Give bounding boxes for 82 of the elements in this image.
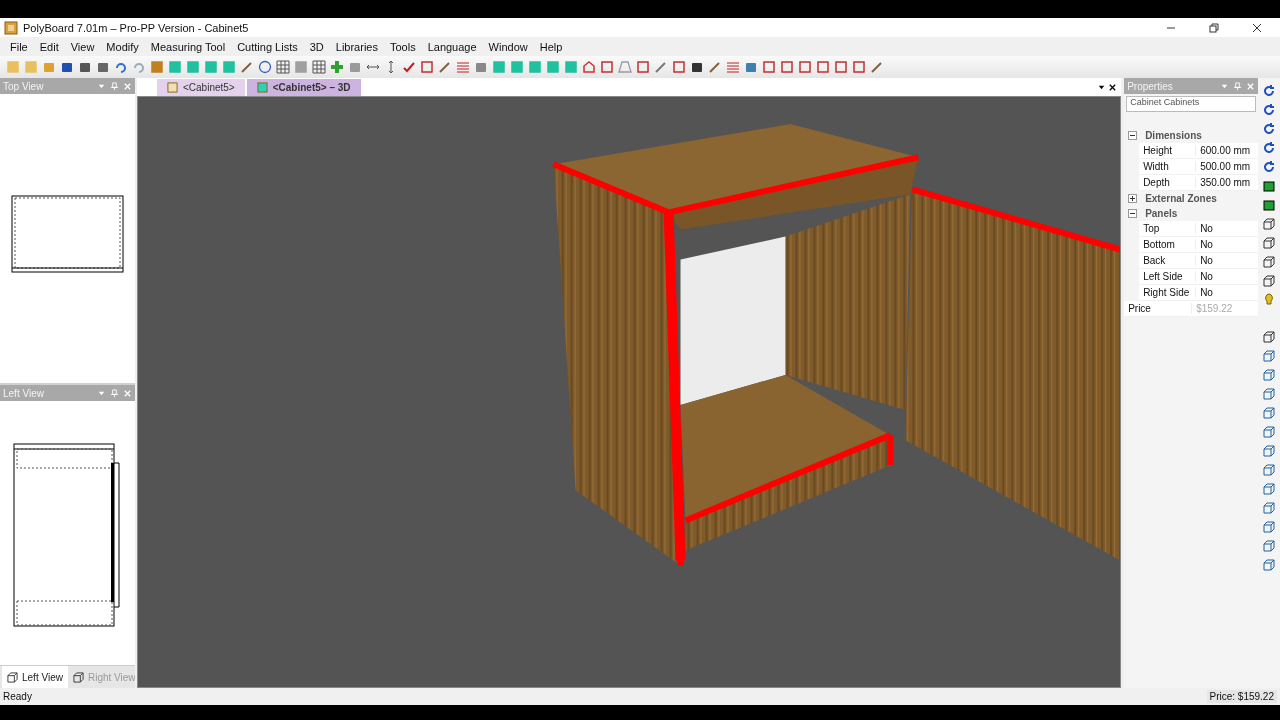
- property-value[interactable]: 350.00 mm: [1196, 177, 1251, 188]
- pin-icon[interactable]: [1233, 81, 1242, 91]
- square-icon[interactable]: [798, 60, 812, 74]
- group-label: External Zones: [1145, 193, 1217, 204]
- group-label: Dimensions: [1145, 130, 1202, 141]
- view-tab[interactable]: Left View: [2, 666, 68, 688]
- property-value[interactable]: No: [1196, 223, 1213, 234]
- square-icon[interactable]: [672, 60, 686, 74]
- lines-icon[interactable]: [726, 60, 740, 74]
- square-icon[interactable]: [834, 60, 848, 74]
- square-icon[interactable]: [420, 60, 434, 74]
- square-icon[interactable]: [780, 60, 794, 74]
- close-icon[interactable]: [1252, 22, 1262, 33]
- menu-item[interactable]: 3D: [303, 38, 330, 55]
- redo-icon[interactable]: [132, 60, 146, 74]
- bulb-icon[interactable]: [1262, 293, 1276, 307]
- menu-item[interactable]: Edit: [33, 38, 65, 55]
- refresh-icon[interactable]: [1262, 160, 1276, 174]
- status-price: Price: $159.22: [1206, 690, 1277, 703]
- property-name: Height: [1139, 145, 1197, 156]
- pane-title: Properties: [1127, 80, 1173, 92]
- square-icon[interactable]: [816, 60, 830, 74]
- square-icon[interactable]: [852, 60, 866, 74]
- pin-icon[interactable]: [110, 388, 119, 398]
- grid-icon[interactable]: [312, 60, 326, 74]
- property-name: Width: [1139, 161, 1197, 172]
- property-value[interactable]: No: [1196, 255, 1213, 266]
- menu-item[interactable]: Language: [421, 38, 483, 55]
- document-tab[interactable]: <Cabinet5> – 3D: [246, 78, 361, 96]
- property-name: Left Side: [1139, 271, 1197, 282]
- menu-item[interactable]: Cutting Lists: [231, 38, 304, 55]
- square-icon[interactable]: [762, 60, 776, 74]
- document-tab[interactable]: <Cabinet5>: [157, 78, 245, 96]
- plus-icon[interactable]: [330, 60, 344, 74]
- house-icon[interactable]: [582, 60, 596, 74]
- menu-item[interactable]: Tools: [383, 38, 422, 55]
- property-value[interactable]: No: [1196, 271, 1213, 282]
- menu-item[interactable]: Modify: [100, 38, 145, 55]
- menu-item[interactable]: File: [4, 38, 34, 55]
- trapezoid-icon[interactable]: [618, 60, 632, 74]
- property-value[interactable]: 500.00 mm: [1196, 161, 1251, 172]
- check-icon[interactable]: [402, 60, 416, 74]
- menu-item[interactable]: View: [64, 38, 101, 55]
- window-title: PolyBoard 7.01m – Pro-PP Version - Cabinet5: [23, 21, 249, 34]
- menu-item[interactable]: Help: [533, 38, 569, 55]
- refresh-icon[interactable]: [1262, 84, 1276, 98]
- expand-icon[interactable]: [1128, 194, 1138, 203]
- property-name: Bottom: [1139, 239, 1197, 250]
- info-icon[interactable]: [258, 60, 272, 74]
- property-name: Right Side: [1139, 287, 1197, 298]
- property-value[interactable]: No: [1196, 239, 1213, 250]
- expand-icon[interactable]: [1128, 209, 1138, 218]
- refresh-icon[interactable]: [1262, 103, 1276, 117]
- menu-item[interactable]: Window: [482, 38, 534, 55]
- property-name: Depth: [1139, 177, 1197, 188]
- refresh-icon[interactable]: [1262, 141, 1276, 155]
- square-icon[interactable]: [600, 60, 614, 74]
- pane-title: Left View: [3, 387, 44, 399]
- restore-icon[interactable]: [1209, 22, 1219, 33]
- property-name: Back: [1139, 255, 1197, 266]
- property-value[interactable]: No: [1196, 287, 1213, 298]
- menu-item[interactable]: Measuring Tool: [144, 38, 232, 55]
- property-value[interactable]: 600.00 mm: [1196, 145, 1251, 156]
- status-text: Ready: [3, 691, 32, 702]
- property-name: Top: [1139, 223, 1197, 234]
- object-dropdown[interactable]: Cabinet Cabinets: [1126, 96, 1256, 112]
- expand-icon[interactable]: [1128, 131, 1138, 140]
- close-icon[interactable]: [1108, 82, 1118, 92]
- refresh-icon[interactable]: [1262, 122, 1276, 136]
- group-label: Panels: [1145, 208, 1178, 219]
- square-icon[interactable]: [636, 60, 650, 74]
- undo-icon[interactable]: [114, 60, 128, 74]
- menu-item[interactable]: Libraries: [329, 38, 384, 55]
- property-name: Price: [1124, 303, 1193, 314]
- filled-box-icon[interactable]: [1262, 179, 1276, 193]
- app-icon: [4, 20, 18, 35]
- lines-icon[interactable]: [456, 60, 470, 74]
- filled-box-icon[interactable]: [1262, 198, 1276, 212]
- grid-icon[interactable]: [276, 60, 290, 74]
- pane-title: Top View: [3, 80, 44, 92]
- property-value: $159.22: [1195, 303, 1233, 314]
- pin-icon[interactable]: [110, 81, 119, 91]
